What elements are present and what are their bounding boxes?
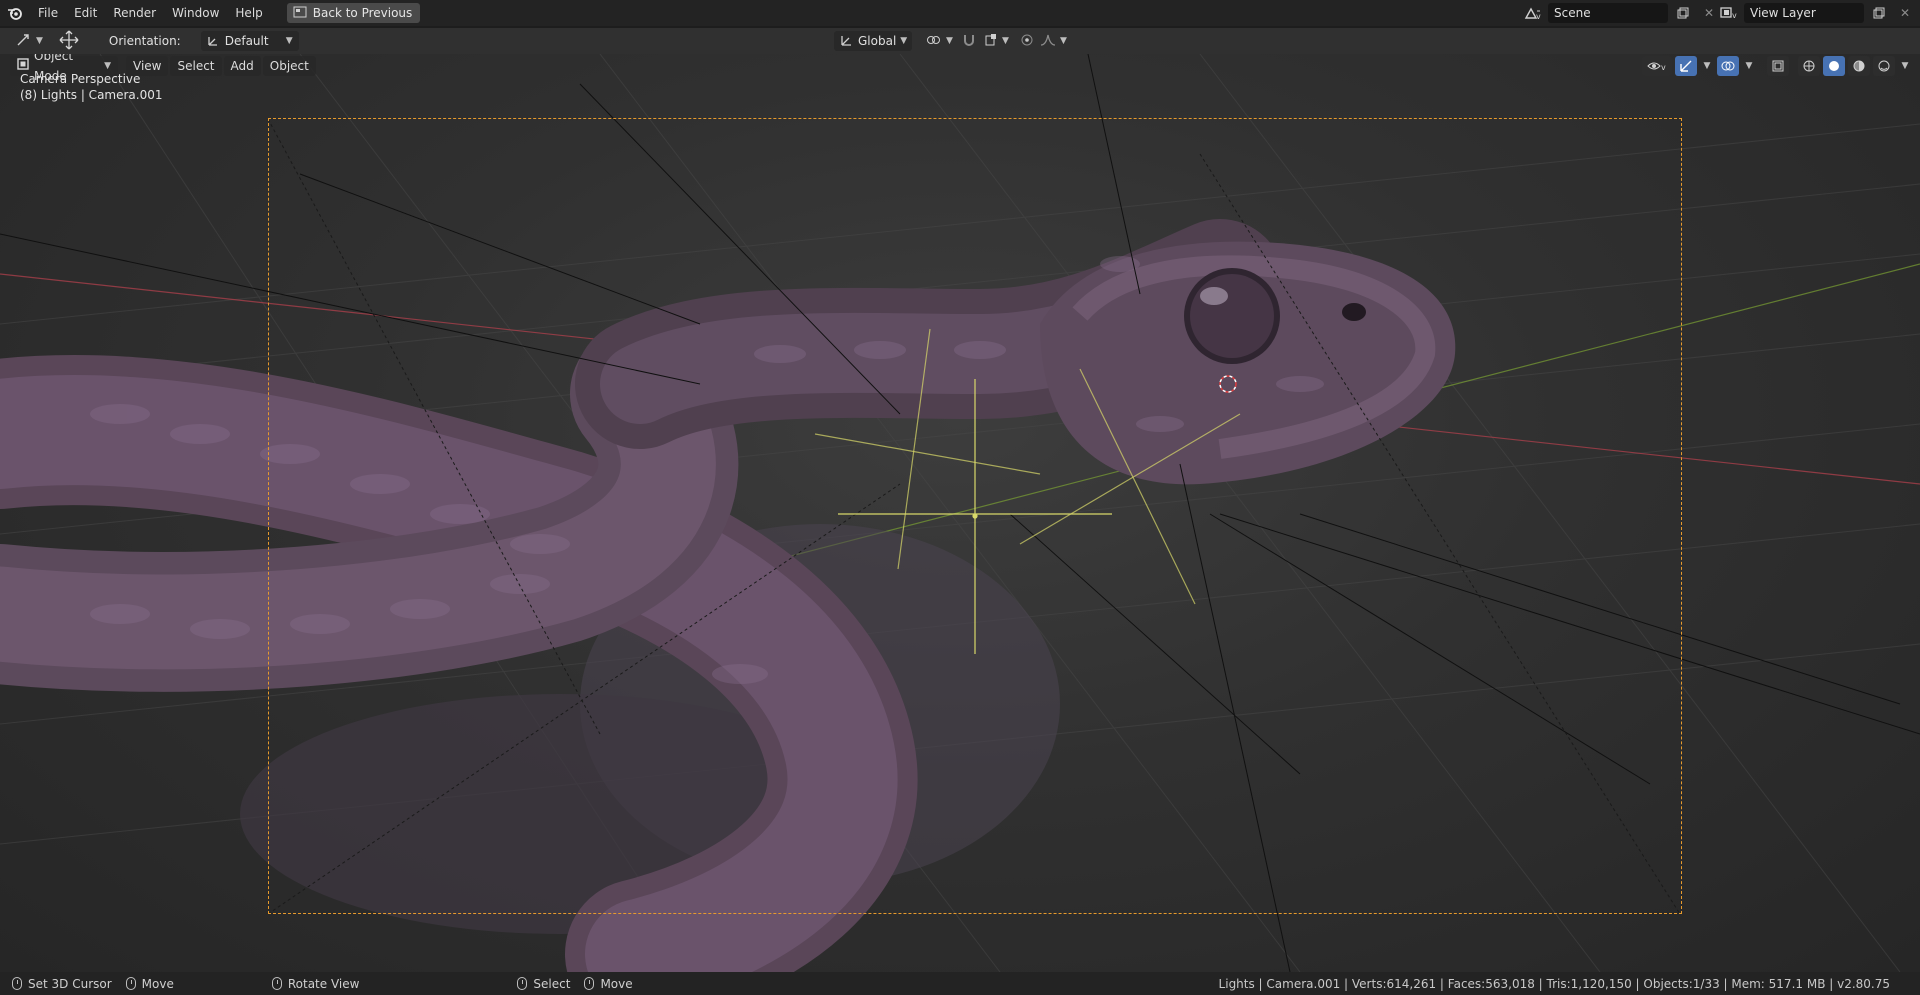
pivot-point-dropdown[interactable]: ▼ bbox=[920, 31, 959, 51]
view-layer-remove-icon[interactable]: ✕ bbox=[1894, 3, 1916, 23]
status-action-move: Move bbox=[125, 976, 174, 991]
status-action-label: Select bbox=[533, 976, 571, 991]
move-tool-icon bbox=[59, 30, 79, 53]
scene-icon[interactable]: v bbox=[1522, 3, 1544, 23]
chevron-down-icon: ▼ bbox=[900, 36, 908, 46]
view-layer-name-field[interactable]: View Layer bbox=[1744, 3, 1864, 23]
viewport-menu-add[interactable]: Add bbox=[223, 56, 261, 76]
view-layer-copy-icon[interactable] bbox=[1868, 3, 1890, 23]
viewport-header: Object Mode ▼ View Select Add Object v ▼… bbox=[0, 54, 1920, 83]
svg-text:v: v bbox=[1661, 63, 1666, 72]
mouse-left-icon bbox=[12, 977, 22, 990]
viewport-menu-object[interactable]: Object bbox=[262, 56, 316, 76]
overlay-dropdown-chevron-icon[interactable]: ▼ bbox=[1742, 56, 1756, 76]
scene-name-field[interactable]: Scene bbox=[1548, 3, 1668, 23]
xray-icon[interactable] bbox=[1767, 56, 1789, 76]
menu-window[interactable]: Window bbox=[164, 0, 227, 26]
proportional-falloff-dropdown[interactable]: ▼ bbox=[1034, 31, 1073, 51]
status-action-label: Move bbox=[600, 976, 633, 991]
svg-text:v: v bbox=[1536, 12, 1541, 20]
chevron-down-icon: ▼ bbox=[36, 36, 43, 46]
status-action-set-3d-cursor: Set 3D Cursor bbox=[12, 977, 112, 991]
top-menu-bar: File Edit Render Window Help Back to Pre… bbox=[0, 0, 1920, 26]
viewport-overlay-title: Camera Perspective bbox=[20, 72, 141, 86]
svg-text:v: v bbox=[1732, 11, 1737, 20]
viewport-shading-controls: v ▼ ▼ ▼ bbox=[1642, 56, 1912, 76]
camera-frame bbox=[268, 118, 1682, 914]
transform-orientation-dropdown[interactable]: Global ▼ bbox=[834, 31, 912, 51]
transform-icon bbox=[16, 33, 32, 50]
solid-shading-icon[interactable] bbox=[1823, 56, 1845, 76]
blender-logo-icon[interactable] bbox=[0, 0, 30, 26]
status-action-label: Set 3D Cursor bbox=[28, 976, 112, 991]
menu-file[interactable]: File bbox=[30, 0, 66, 26]
snap-element-icon bbox=[984, 33, 998, 50]
gizmo-icon[interactable] bbox=[1675, 56, 1697, 76]
viewport-menu-select[interactable]: Select bbox=[170, 56, 222, 76]
transform-orientation-value: Global bbox=[858, 34, 897, 48]
gizmo-dropdown-chevron-icon[interactable]: ▼ bbox=[1700, 56, 1714, 76]
snap-element-dropdown[interactable]: ▼ bbox=[978, 31, 1015, 51]
view-layer-icon[interactable]: v bbox=[1718, 3, 1740, 23]
shading-dropdown-chevron-icon[interactable]: ▼ bbox=[1898, 56, 1912, 76]
view-layer-selector: v View Layer ✕ bbox=[1718, 3, 1916, 23]
scene-copy-icon[interactable] bbox=[1672, 3, 1694, 23]
wireframe-shading-icon[interactable] bbox=[1798, 56, 1820, 76]
scene-selector: v Scene ✕ bbox=[1522, 3, 1720, 23]
status-action-move-2: Move bbox=[584, 976, 633, 991]
chevron-down-icon: ▼ bbox=[285, 36, 293, 46]
chevron-down-icon: ▼ bbox=[946, 36, 953, 46]
material-shading-icon[interactable] bbox=[1848, 56, 1870, 76]
scene-remove-icon[interactable]: ✕ bbox=[1698, 3, 1720, 23]
move-tool-button[interactable] bbox=[53, 30, 85, 53]
status-bar: Set 3D Cursor Move Rotate View Select Mo… bbox=[0, 972, 1920, 995]
mouse-right-icon bbox=[517, 977, 528, 990]
3d-viewport[interactable]: Object Mode ▼ View Select Add Object v ▼… bbox=[0, 54, 1920, 972]
proportional-icon bbox=[1020, 33, 1034, 50]
back-to-previous-label: Back to Previous bbox=[312, 6, 413, 20]
falloff-curve-icon bbox=[1040, 33, 1056, 50]
back-to-previous-button[interactable]: Back to Previous bbox=[286, 3, 421, 23]
viewport-overlay-subtitle: (8) Lights | Camera.001 bbox=[20, 88, 163, 102]
global-axis-icon bbox=[840, 33, 854, 50]
visibility-icon[interactable]: v bbox=[1642, 56, 1672, 76]
mouse-drag-icon bbox=[125, 977, 136, 990]
chevron-down-icon: ▼ bbox=[1060, 36, 1067, 46]
menu-render[interactable]: Render bbox=[105, 0, 164, 26]
chevron-down-icon: ▼ bbox=[1002, 36, 1009, 46]
orientation-icon bbox=[207, 33, 221, 50]
status-action-rotate-view: Rotate View bbox=[271, 976, 360, 991]
orientation-dropdown[interactable]: Default ▼ bbox=[200, 31, 299, 51]
rendered-shading-icon[interactable] bbox=[1873, 56, 1895, 76]
orientation-value: Default bbox=[224, 34, 269, 48]
status-action-select: Select bbox=[517, 977, 570, 991]
menu-help[interactable]: Help bbox=[227, 0, 270, 26]
status-action-label: Rotate View bbox=[287, 976, 360, 991]
pivot-icon bbox=[926, 33, 942, 50]
editor-type-dropdown[interactable]: ▼ bbox=[10, 31, 49, 51]
menu-edit[interactable]: Edit bbox=[66, 0, 105, 26]
tool-header: ▼ Orientation: Default ▼ Global ▼ ▼ ▼ ▼ bbox=[0, 28, 1920, 54]
status-action-label: Move bbox=[141, 976, 174, 991]
mouse-middle-icon bbox=[271, 977, 282, 990]
mouse-drag-icon bbox=[584, 977, 595, 990]
snap-icon bbox=[962, 33, 976, 50]
scene-statistics: Lights | Camera.001 | Verts:614,261 | Fa… bbox=[1218, 976, 1890, 991]
back-icon bbox=[293, 6, 307, 21]
overlay-icon[interactable] bbox=[1717, 56, 1739, 76]
orientation-label: Orientation: bbox=[108, 34, 181, 48]
